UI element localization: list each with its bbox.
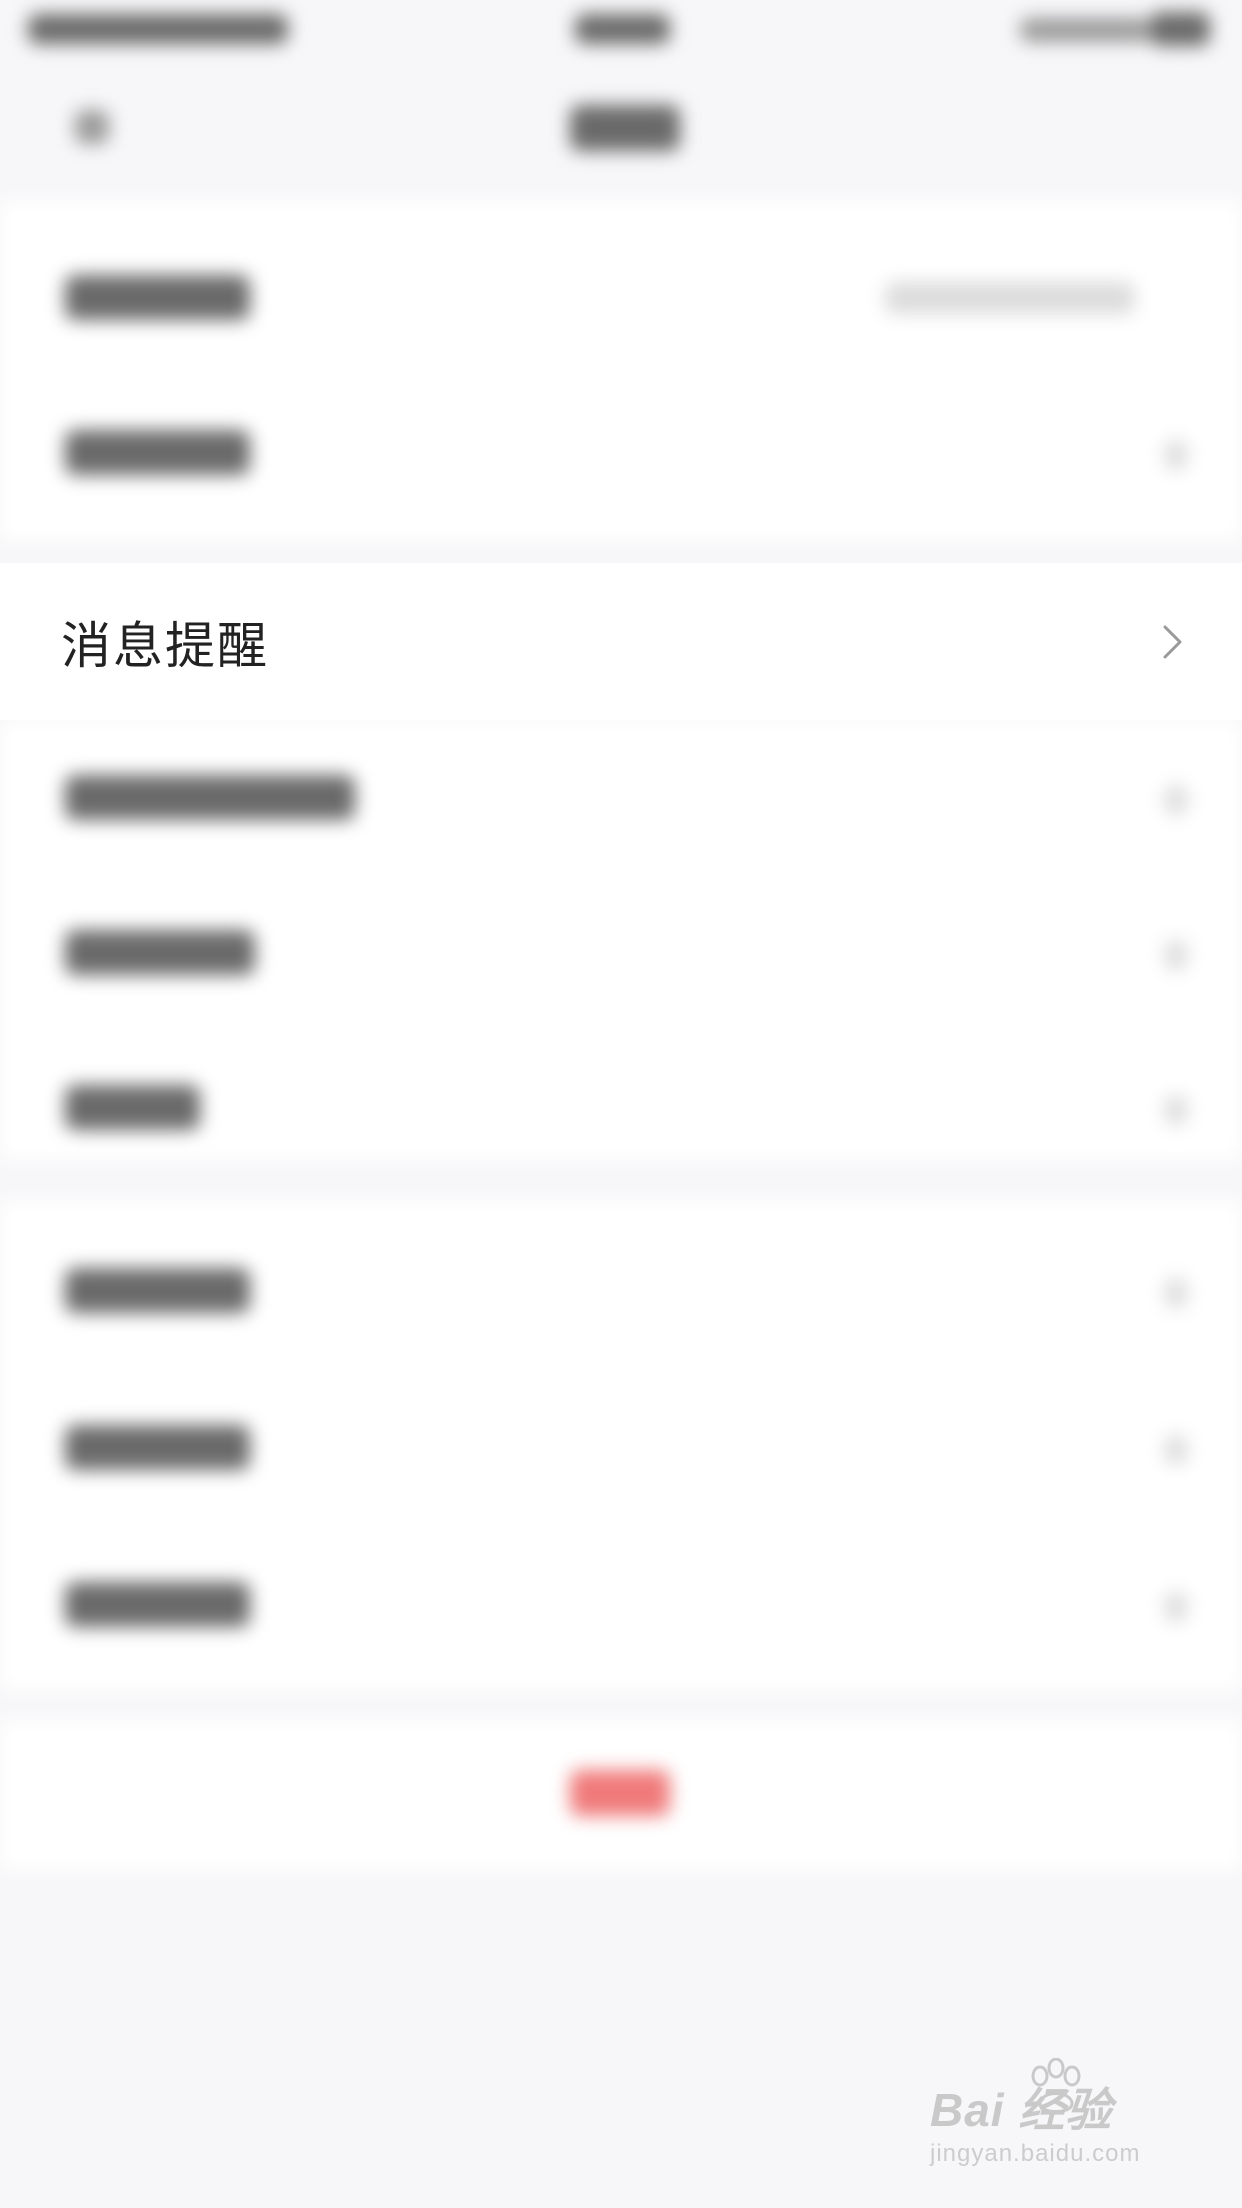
logout-label-blur [570,1770,670,1816]
row-2-label-blur [65,430,250,475]
settings-item-label: 消息提醒 [61,616,269,675]
row-7-label-blur [65,1268,250,1313]
status-bar-left-blur [28,14,288,44]
row-9-chevron-blur [1165,1592,1187,1622]
status-bar-center-blur [575,14,670,44]
row-1-value-blur [885,282,1135,314]
row-1-label-blur [65,275,250,320]
watermark-url: jingyan.baidu.com [930,2140,1141,2167]
group-1-blur [0,200,1242,540]
row-5-label-blur [65,930,255,975]
row-7-chevron-blur [1165,1278,1187,1308]
settings-item-message-reminder[interactable]: 消息提醒 [0,563,1242,720]
battery-blur [1150,12,1210,46]
status-bar-right-blur [1020,18,1150,42]
row-2-chevron-blur [1165,440,1187,470]
row-8-label-blur [65,1425,250,1470]
settings-screen: 消息提醒 Bai 经验 jingyan.baidu.com [0,0,1242,2208]
row-6-label-blur [65,1085,200,1130]
row-4-label-blur [65,775,355,820]
chevron-right-icon [1160,622,1186,662]
nav-title-blur [570,105,680,151]
row-8-chevron-blur [1165,1435,1187,1465]
paw-icon [1031,2058,1081,2113]
row-5-chevron-blur [1165,940,1187,970]
baidu-jingyan-watermark: Bai 经验 jingyan.baidu.com [930,2058,1180,2178]
row-4-chevron-blur [1165,785,1187,815]
row-9-label-blur [65,1582,250,1627]
back-icon-blur [75,110,109,144]
blurred-background [0,0,1242,2208]
row-6-chevron-blur [1165,1095,1187,1125]
